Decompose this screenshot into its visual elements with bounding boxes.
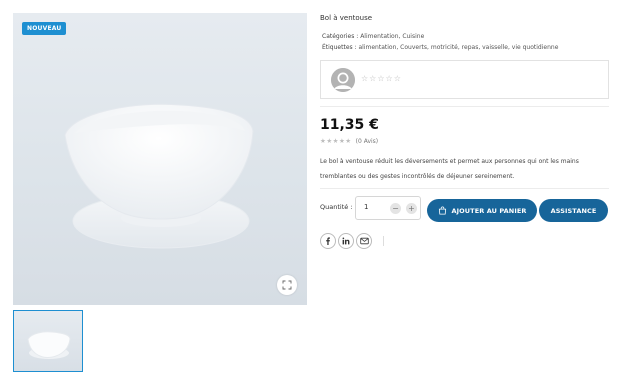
tags-label: Étiquettes : (322, 44, 357, 51)
shopping-bag-icon (438, 206, 446, 215)
product-main-image[interactable]: NOUVEAU (13, 13, 307, 305)
tags-links[interactable]: alimentation, Couverts, motricité, repas… (359, 44, 559, 51)
review-summary-box: ☆☆☆☆☆ (320, 60, 609, 99)
categories-row: Catégories : Alimentation, Cuisine (322, 33, 424, 40)
star-rating-input[interactable]: ☆☆☆☆☆ (361, 74, 402, 83)
product-price: 11,35 € (320, 117, 379, 133)
rating-stars-icon: ★★★★★ (320, 137, 352, 145)
quantity-input[interactable]: 1 (364, 203, 382, 211)
categories-links[interactable]: Alimentation, Cuisine (360, 33, 424, 40)
avatar (331, 68, 355, 92)
bowl-thumbnail-image (27, 331, 71, 359)
product-title: Bol à ventouse (320, 14, 373, 22)
product-description: Le bol à ventouse réduit les déversement… (320, 158, 579, 180)
quantity-minus-button[interactable]: − (390, 203, 401, 214)
tags-row: Étiquettes : alimentation, Couverts, mot… (322, 44, 558, 51)
product-rating: ★★★★★ (0 Avis) (320, 137, 378, 145)
user-avatar-icon (331, 68, 355, 92)
quantity-label: Quantité : (320, 203, 353, 211)
product-thumbnail[interactable] (13, 310, 83, 372)
add-to-cart-label: AJOUTER AU PANIER (451, 206, 527, 215)
new-badge: NOUVEAU (22, 22, 67, 35)
mail-icon (359, 237, 369, 245)
quantity-plus-button[interactable]: + (406, 203, 417, 214)
share-separator (383, 236, 384, 246)
quantity-stepper: 1 − + (355, 196, 421, 220)
divider (320, 188, 609, 189)
zoom-button[interactable] (277, 275, 297, 295)
categories-label: Catégories : (322, 33, 359, 40)
divider (320, 106, 609, 107)
facebook-icon (326, 237, 330, 245)
assistance-button[interactable]: ASSISTANCE (539, 199, 608, 222)
expand-icon (282, 280, 292, 290)
share-email-button[interactable] (356, 233, 372, 249)
linkedin-icon (342, 237, 350, 245)
share-facebook-button[interactable] (320, 233, 336, 249)
bowl-illustration (64, 103, 254, 249)
add-to-cart-button[interactable]: AJOUTER AU PANIER (427, 199, 537, 222)
share-linkedin-button[interactable] (338, 233, 354, 249)
assistance-label: ASSISTANCE (550, 206, 597, 215)
reviews-count-link[interactable]: (0 Avis) (356, 138, 379, 145)
